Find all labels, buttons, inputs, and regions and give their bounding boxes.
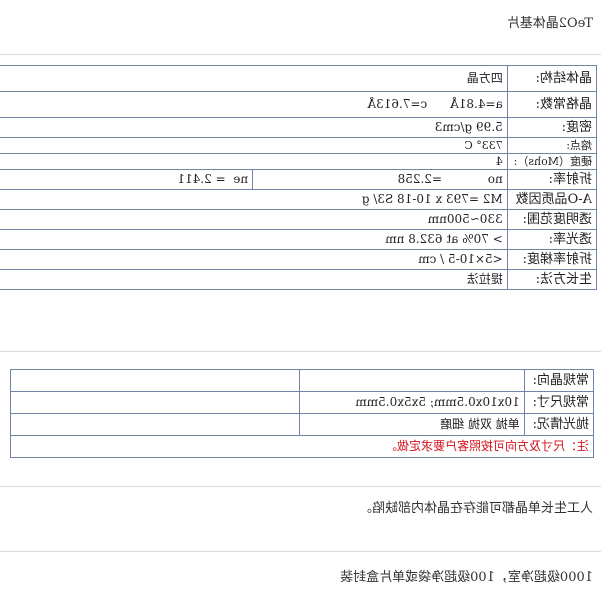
property-value: no =2.258 <box>252 169 508 190</box>
property-label: 生长方法: <box>507 269 597 290</box>
table-row: 熔点: 733° C <box>0 137 597 154</box>
property-value: 5.99 g/cm3 <box>0 117 508 138</box>
table-row: 注：尺寸及方向可按照客户要求定做。 <box>10 435 594 458</box>
spec-value <box>299 369 525 392</box>
property-value: <5×10-5 / cm <box>0 249 508 270</box>
property-value: 提拉法 <box>0 269 508 290</box>
property-label: 折射率梯度: <box>507 249 597 270</box>
spec-label: 常规尺寸: <box>524 391 594 414</box>
property-label: 透光率: <box>507 229 597 250</box>
table-row: 晶格常数: a=4.81Å c=7.613Å <box>0 91 597 118</box>
table-row: 透明度范围: 330~500nm <box>0 209 597 230</box>
page-title: TeO2晶体基片 <box>506 16 593 31</box>
property-value: 4 <box>0 153 508 170</box>
divider <box>0 551 601 552</box>
table-row: 密度: 5.99 g/cm3 <box>0 117 597 138</box>
divider <box>0 351 601 352</box>
property-value: 四方晶 <box>0 65 508 92</box>
table-row: 生长方法: 提拉法 <box>0 269 597 290</box>
property-label: 硬度（Mohs）: <box>507 153 597 170</box>
spec-value: 单抛 双抛 细磨 <box>299 413 525 436</box>
property-value: ne = 2.411 <box>0 169 253 190</box>
table-row: 常规尺寸: 10x10x0.5mm; 5x5x0.5mm <box>10 391 594 414</box>
spec-label: 抛光情况: <box>524 413 594 436</box>
property-label: 密度: <box>507 117 597 138</box>
table-row: 折射率梯度: <5×10-5 / cm <box>0 249 597 270</box>
property-value: M2 =793 x 10-18 S3/ g <box>0 189 508 210</box>
spec-empty-cell <box>10 391 300 414</box>
spec-table: 常规晶向: 常规尺寸: 10x10x0.5mm; 5x5x0.5mm 抛光情况:… <box>10 369 594 458</box>
property-label: A-O品质因数 <box>507 189 597 210</box>
property-label: 晶格常数: <box>507 91 597 118</box>
divider <box>0 486 601 487</box>
table-row: 抛光情况: 单抛 双抛 细磨 <box>10 413 594 436</box>
property-label: 折射率: <box>507 169 597 190</box>
spec-value: 10x10x0.5mm; 5x5x0.5mm <box>299 391 525 414</box>
mirrored-page: TeO2晶体基片 晶体结构: 四方晶 晶格常数: a=4.81Å c=7.613… <box>0 0 601 594</box>
table-row: 折射率: no =2.258 ne = 2.411 <box>0 169 597 190</box>
property-label: 熔点: <box>507 137 597 154</box>
table-row: 常规晶向: <box>10 369 594 392</box>
property-label: 晶体结构: <box>507 65 597 92</box>
property-value: a=4.81Å c=7.613Å <box>0 91 508 118</box>
property-value: > 70% at 632.8 nm <box>0 229 508 250</box>
divider <box>0 54 601 55</box>
property-value: 330~500nm <box>0 209 508 230</box>
spec-empty-cell <box>10 369 300 392</box>
properties-table: 晶体结构: 四方晶 晶格常数: a=4.81Å c=7.613Å 密度: 5.9… <box>0 65 597 290</box>
spec-empty-cell <box>10 413 300 436</box>
packaging-note: 1000级超净室，100级超净袋或单片盒封装 <box>340 570 593 585</box>
table-row: 硬度（Mohs）: 4 <box>0 153 597 170</box>
spec-label: 常规晶向: <box>524 369 594 392</box>
property-value: 733° C <box>0 137 508 154</box>
table-row: 透光率: > 70% at 632.8 nm <box>0 229 597 250</box>
defect-note: 人工生长单晶都可能存在晶体内部缺陷。 <box>358 501 593 516</box>
spec-note: 注：尺寸及方向可按照客户要求定做。 <box>10 435 594 458</box>
table-row: 晶体结构: 四方晶 <box>0 65 597 92</box>
property-label: 透明度范围: <box>507 209 597 230</box>
table-row: A-O品质因数 M2 =793 x 10-18 S3/ g <box>0 189 597 210</box>
